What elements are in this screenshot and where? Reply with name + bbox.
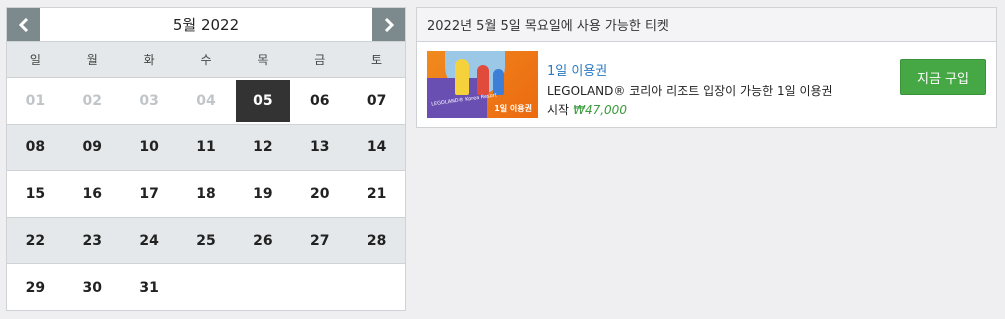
buy-now-button[interactable]: 지금 구입 [900,59,986,95]
weekday-label: 토 [371,53,383,67]
calendar-day[interactable]: 28 [348,218,405,264]
calendar-day[interactable]: 15 [7,171,64,217]
calendar-day[interactable]: 11 [178,125,235,171]
calendar-day[interactable]: 07 [348,78,405,124]
ticket-image-tag: 1일 이용권 [494,104,532,113]
calendar-day-empty [348,264,405,311]
calendar-day[interactable]: 12 [234,125,291,171]
date-picker-calendar: 5월 2022 일월화수목금토 01 02 03 04 05 06 07 08 09 10 11 12… [6,7,406,311]
calendar-day-empty [291,264,348,311]
calendar-day[interactable]: 10 [121,125,178,171]
calendar-day[interactable]: 23 [64,218,121,264]
weekday-label: 수 [200,53,212,67]
weekday-label: 화 [143,53,155,67]
weekday-label: 금 [314,53,326,67]
calendar-day[interactable]: 25 [178,218,235,264]
calendar-day[interactable]: 17 [121,171,178,217]
calendar-day[interactable]: 24 [121,218,178,264]
calendar-day-empty [178,264,235,311]
next-month-button[interactable] [372,8,405,41]
weekday-label: 목 [257,53,269,67]
calendar-day[interactable]: 06 [291,78,348,124]
calendar-day[interactable]: 30 [64,264,121,311]
calendar-day-empty [234,264,291,311]
calendar-day-selected[interactable]: 05 [234,78,291,124]
price-prefix: 시작 [547,103,570,117]
calendar-week-row: 22 23 24 25 26 27 28 [7,217,405,265]
calendar-week-row: 15 16 17 18 19 20 21 [7,171,405,218]
ticket-price: ₩47,000 [573,103,627,117]
ticket-info: 1일 이용권 LEGOLAND® 코리아 리조트 입장이 가능한 1일 이용권 … [547,60,833,118]
weekday-header-row: 일월화수목금토 [7,42,405,78]
calendar-day[interactable]: 09 [64,125,121,171]
ticket-panel: 2022년 5월 5일 목요일에 사용 가능한 티켓 LEGOLAND® Kor… [416,7,997,128]
prev-month-button[interactable] [7,8,40,41]
month-title: 5월 2022 [172,16,240,34]
ticket-price-line: 시작 ₩47,000 [547,101,833,118]
calendar-day[interactable]: 31 [121,264,178,311]
calendar-week-row: 08 09 10 11 12 13 14 [7,124,405,172]
calendar-day[interactable]: 26 [234,218,291,264]
ticket-description: LEGOLAND® 코리아 리조트 입장이 가능한 1일 이용권 [547,84,833,98]
calendar-day[interactable]: 21 [348,171,405,217]
calendar-day: 04 [196,92,216,109]
calendar-week-row: 29 30 31 [7,264,405,311]
ticket-panel-header: 2022년 5월 5일 목요일에 사용 가능한 티켓 [417,8,996,42]
calendar-header: 5월 2022 [7,8,405,42]
calendar-day[interactable]: 19 [234,171,291,217]
calendar-day[interactable]: 18 [178,171,235,217]
calendar-grid: 01 02 03 04 05 06 07 08 09 10 11 12 13 14 15 16 17 18 19 20… [7,78,405,311]
calendar-day: 01 [25,92,46,109]
calendar-day[interactable]: 20 [291,171,348,217]
weekday-label: 월 [86,53,98,67]
ticket-image: LEGOLAND® Korea Resort 1일 이용권 [427,51,538,118]
ticket-name-link[interactable]: 1일 이용권 [547,60,833,79]
calendar-day[interactable]: 22 [7,218,64,264]
calendar-day[interactable]: 27 [291,218,348,264]
chevron-left-icon [18,17,28,32]
ticket-item: LEGOLAND® Korea Resort 1일 이용권 1일 이용권 LEG… [417,42,996,128]
calendar-day[interactable]: 16 [64,171,121,217]
chevron-right-icon [384,17,394,32]
calendar-day[interactable]: 08 [7,125,64,171]
calendar-day: 03 [139,92,159,109]
calendar-week-row: 01 02 03 04 05 06 07 [7,78,405,125]
calendar-day: 02 [82,92,103,109]
calendar-day[interactable]: 29 [7,264,64,311]
weekday-label: 일 [29,53,41,67]
selected-day-label: 05 [235,79,290,122]
calendar-day[interactable]: 13 [291,125,348,171]
calendar-day[interactable]: 14 [348,125,405,171]
